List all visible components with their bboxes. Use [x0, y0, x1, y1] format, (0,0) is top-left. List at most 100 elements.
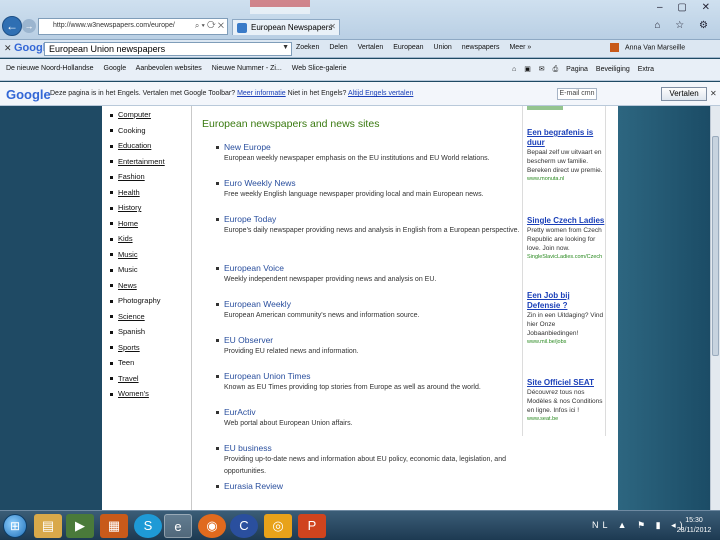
- favorite-item[interactable]: Web Slice-galerie: [292, 65, 347, 72]
- category-item[interactable]: Women's: [110, 389, 165, 405]
- menu-beveiliging[interactable]: Beveiliging: [596, 66, 630, 73]
- category-item[interactable]: Travel: [110, 374, 165, 390]
- close-toolbar-icon[interactable]: ✕: [4, 43, 12, 54]
- category-item[interactable]: Music: [110, 250, 165, 266]
- newspaper-link[interactable]: EurActiv: [224, 407, 522, 418]
- mail-icon[interactable]: ✉: [539, 66, 545, 73]
- category-item[interactable]: Teen: [110, 358, 165, 374]
- ad-desc: Bepaal zelf uw uitvaart en bescherm uw f…: [527, 149, 603, 174]
- toolbar-item-european[interactable]: European: [393, 44, 423, 51]
- menu-pagina[interactable]: Pagina: [566, 66, 588, 73]
- toolbar-item-zoeken[interactable]: Zoeken: [296, 44, 319, 51]
- close-tab-icon[interactable]: ✕: [329, 22, 336, 31]
- chevron-down-icon[interactable]: ▼: [282, 44, 289, 51]
- category-item[interactable]: Health: [110, 188, 165, 204]
- clock[interactable]: 15:30 28/11/2012: [672, 516, 716, 536]
- favorite-item[interactable]: De nieuwe Noord-Hollandse: [6, 65, 94, 72]
- app-icon[interactable]: C: [230, 514, 258, 538]
- office-icon[interactable]: ▦: [100, 514, 128, 538]
- ad-title[interactable]: Een begrafenis is duur: [527, 128, 605, 148]
- internet-explorer-icon[interactable]: e: [164, 514, 192, 538]
- vertical-scrollbar[interactable]: [710, 106, 720, 510]
- ad-url[interactable]: www.monuta.nl: [527, 175, 605, 183]
- category-item[interactable]: Home: [110, 219, 165, 235]
- category-item[interactable]: Entertainment: [110, 157, 165, 173]
- ad-block[interactable]: Single Czech Ladies Pretty women from Cz…: [527, 216, 605, 261]
- favorite-item[interactable]: Aanbevolen websites: [136, 65, 202, 72]
- ad-block[interactable]: Een Job bij Defensie ? Zin in een Uitdag…: [527, 291, 605, 346]
- toolbar-item-newspapers[interactable]: newspapers: [462, 44, 500, 51]
- toolbar-item-union[interactable]: Union: [434, 44, 452, 51]
- ad-url[interactable]: SingleSlavicLadies.com/Czech: [527, 253, 605, 261]
- print-icon[interactable]: ⎙: [553, 66, 559, 73]
- newspaper-entry: EU business Providing up-to-date news and…: [202, 443, 522, 481]
- onenote-icon[interactable]: ◎: [264, 514, 292, 538]
- ad-block[interactable]: Site Officiel SEAT Découvrez tous nos Mo…: [527, 378, 605, 423]
- newspaper-link[interactable]: European Union Times: [224, 371, 522, 382]
- language-indicator[interactable]: NL: [592, 520, 611, 530]
- category-item[interactable]: Education: [110, 141, 165, 157]
- category-item[interactable]: Fashion: [110, 172, 165, 188]
- media-player-icon[interactable]: ▶: [66, 514, 94, 538]
- toolbar-item-delen[interactable]: Delen: [329, 44, 347, 51]
- skype-icon[interactable]: S: [134, 514, 162, 538]
- newspaper-entry: Euro Weekly News Free weekly English lang…: [202, 178, 522, 214]
- always-translate-link[interactable]: Altijd Engels vertalen: [348, 90, 413, 97]
- more-info-link[interactable]: Meer informatie: [237, 90, 286, 97]
- newspaper-link[interactable]: European Voice: [224, 263, 522, 274]
- page-background: [618, 106, 710, 510]
- translate-button[interactable]: Vertalen: [661, 87, 707, 101]
- ad-title[interactable]: Site Officiel SEAT: [527, 378, 605, 388]
- ad-desc: Pretty women from Czech Republic are loo…: [527, 227, 602, 252]
- scrollbar-thumb[interactable]: [712, 136, 719, 356]
- category-label: History: [118, 203, 142, 212]
- ad-title[interactable]: Single Czech Ladies: [527, 216, 605, 226]
- category-item[interactable]: Science: [110, 312, 165, 328]
- powerpoint-icon[interactable]: P: [298, 514, 326, 538]
- newspaper-link[interactable]: European Weekly: [224, 299, 522, 310]
- feeds-icon[interactable]: ▣: [524, 66, 531, 73]
- forward-button[interactable]: →: [22, 19, 36, 33]
- newspaper-link[interactable]: Eurasia Review: [224, 481, 522, 492]
- explorer-icon[interactable]: ▤: [34, 514, 62, 538]
- toolbar-item-meer[interactable]: Meer »: [509, 44, 531, 51]
- home-icon[interactable]: ⌂: [512, 66, 516, 73]
- category-item[interactable]: Photography: [110, 296, 165, 312]
- category-label: Music: [118, 265, 138, 274]
- category-item[interactable]: News: [110, 281, 165, 297]
- window-controls[interactable]: – ▢ ✕: [657, 2, 716, 13]
- google-search-input[interactable]: European Union newspapers ▼: [44, 42, 292, 56]
- address-bar[interactable]: http://www.w3newspapers.com/europe/ ⌕ ▾ …: [38, 18, 228, 35]
- category-item[interactable]: Spanish: [110, 327, 165, 343]
- account-area[interactable]: Anna Van Marseille: [610, 43, 685, 52]
- category-item[interactable]: Sports: [110, 343, 165, 359]
- menu-extra[interactable]: Extra: [638, 66, 654, 73]
- bullet-icon: [216, 267, 219, 270]
- newspaper-link[interactable]: EU Observer: [224, 335, 522, 346]
- toolbar-item-vertalen[interactable]: Vertalen: [358, 44, 384, 51]
- category-item[interactable]: Music: [110, 265, 165, 281]
- category-item[interactable]: Cooking: [110, 126, 165, 142]
- address-controls[interactable]: ⌕ ▾ ⟳ ✕: [195, 21, 224, 31]
- newspaper-link[interactable]: New Europe: [224, 142, 522, 153]
- category-item[interactable]: History: [110, 203, 165, 219]
- newspaper-link[interactable]: Euro Weekly News: [224, 178, 522, 189]
- category-item[interactable]: Computer: [110, 110, 165, 126]
- close-icon[interactable]: ✕: [710, 89, 717, 98]
- firefox-icon[interactable]: ◉: [198, 514, 226, 538]
- newspaper-link[interactable]: Europe Today: [224, 214, 522, 225]
- category-item[interactable]: Kids: [110, 234, 165, 250]
- not-english-text: Niet in het Engels?: [287, 90, 347, 97]
- newspaper-link[interactable]: EU business: [224, 443, 522, 454]
- home-favorites-tools[interactable]: ⌂ ☆ ⚙: [654, 20, 714, 31]
- ad-url[interactable]: www.mil.be/jobs: [527, 338, 605, 346]
- email-field[interactable]: E-mail cmn: [557, 88, 597, 100]
- start-button[interactable]: ⊞: [3, 514, 27, 538]
- tab-european-newspapers[interactable]: European Newspapers ✕: [232, 19, 340, 35]
- favorite-item[interactable]: Google: [104, 65, 127, 72]
- ad-title[interactable]: Een Job bij Defensie ?: [527, 291, 605, 311]
- ad-block[interactable]: Een begrafenis is duur Bepaal zelf uw ui…: [527, 128, 605, 183]
- back-button[interactable]: ←: [2, 16, 22, 36]
- ad-url[interactable]: www.seat.be: [527, 415, 605, 423]
- favorite-item[interactable]: Nieuwe Nummer - Zi...: [212, 65, 282, 72]
